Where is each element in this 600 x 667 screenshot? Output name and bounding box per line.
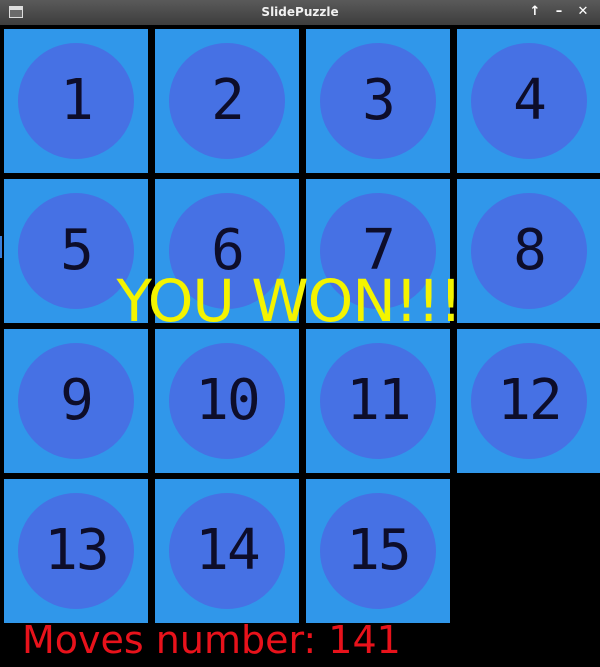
tile-number: 12: [497, 368, 562, 433]
win-message: YOU WON!!!: [116, 267, 463, 335]
tile-number: 13: [44, 518, 109, 583]
tile-number: 4: [513, 68, 547, 133]
moves-counter: Moves number: 141: [22, 618, 401, 662]
tile-number: 10: [195, 368, 260, 433]
minimize-icon[interactable]: –: [550, 3, 568, 21]
maximize-icon[interactable]: ↑: [526, 3, 544, 21]
close-icon[interactable]: ✕: [574, 3, 592, 21]
puzzle-tile-14[interactable]: 14: [155, 479, 299, 623]
slidepuzzle-window: SlidePuzzle ↑ – ✕ 1 2 3 4 5 6 7 8 9 10 11 12 13 14 15 Y…: [0, 0, 600, 667]
tile-number: 15: [346, 518, 411, 583]
puzzle-tile-9[interactable]: 9: [4, 329, 148, 473]
puzzle-board: 1 2 3 4 5 6 7 8 9 10 11 12 13 14 15 YOU WON!!!: [0, 25, 600, 625]
puzzle-tile-3[interactable]: 3: [306, 29, 450, 173]
puzzle-tile-10[interactable]: 10: [155, 329, 299, 473]
puzzle-tile-13[interactable]: 13: [4, 479, 148, 623]
tile-number: 9: [60, 368, 94, 433]
tile-number: 2: [211, 68, 245, 133]
puzzle-tile-12[interactable]: 12: [457, 329, 600, 473]
tile-number: 11: [346, 368, 411, 433]
puzzle-tile-11[interactable]: 11: [306, 329, 450, 473]
tile-number: 3: [362, 68, 396, 133]
puzzle-tile-1[interactable]: 1: [4, 29, 148, 173]
puzzle-tile-2[interactable]: 2: [155, 29, 299, 173]
window-title: SlidePuzzle: [261, 5, 339, 19]
title-bar[interactable]: SlidePuzzle ↑ – ✕: [0, 0, 600, 25]
tile-number: 14: [195, 518, 260, 583]
puzzle-tile-4[interactable]: 4: [457, 29, 600, 173]
puzzle-tile-15[interactable]: 15: [306, 479, 450, 623]
window-edge-highlight: [0, 236, 2, 258]
tile-number: 1: [60, 68, 94, 133]
